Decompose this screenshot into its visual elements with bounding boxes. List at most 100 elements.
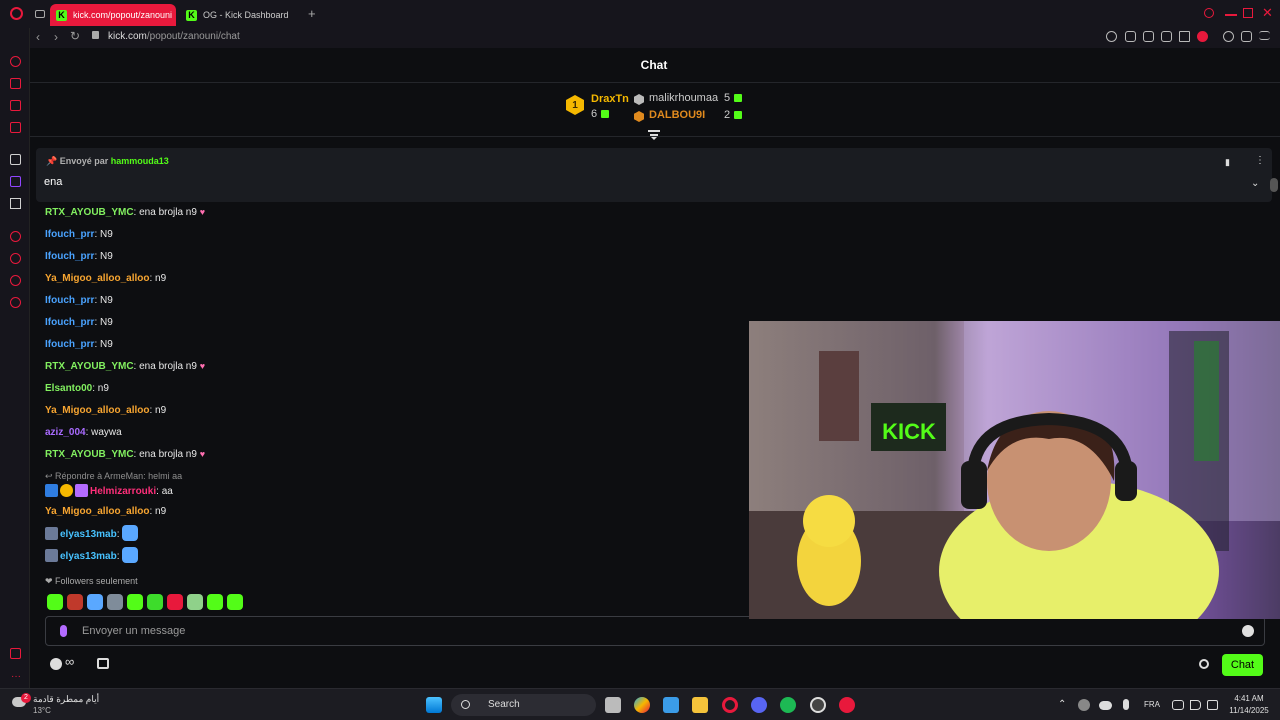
kick-sidebar-icon[interactable]	[10, 154, 21, 165]
username[interactable]: Ifouch_prr	[45, 339, 94, 350]
spotify-icon[interactable]	[780, 697, 796, 713]
heart-icon[interactable]	[1197, 31, 1208, 42]
leaderboard-name[interactable]: DraxTn	[591, 93, 629, 105]
windows-start-icon[interactable]	[426, 697, 442, 713]
emote-icon[interactable]	[107, 594, 123, 610]
store-icon[interactable]	[97, 658, 109, 669]
account-icon[interactable]	[1223, 31, 1234, 42]
gx-icon[interactable]	[10, 648, 21, 659]
tray-app-icon[interactable]	[1078, 699, 1090, 711]
task-view-icon[interactable]	[605, 697, 621, 713]
x-twitter-icon[interactable]	[10, 198, 21, 209]
emote-icon[interactable]	[167, 594, 183, 610]
username[interactable]: RTX_AYOUB_YMC	[45, 449, 134, 460]
zoom-icon[interactable]	[1106, 31, 1117, 42]
snapshot-icon[interactable]	[1143, 31, 1154, 42]
player-icon[interactable]	[10, 100, 21, 111]
close-window-icon[interactable]: ✕	[1262, 5, 1274, 20]
webcam-sign-text: KICK	[882, 419, 936, 444]
scrollbar-handle[interactable]	[1270, 178, 1278, 192]
emote-icon[interactable]	[147, 594, 163, 610]
emote-icon[interactable]	[187, 594, 203, 610]
aria-icon[interactable]	[10, 56, 21, 67]
username[interactable]: elyas13mab	[60, 529, 117, 540]
network-icon[interactable]	[1172, 700, 1184, 710]
streamlabs-icon[interactable]	[839, 697, 855, 713]
taskbar-search[interactable]: Search	[451, 694, 596, 716]
play-icon[interactable]	[1179, 31, 1190, 42]
url-field[interactable]: kick.com/popout/zanouni/chat	[108, 31, 240, 42]
emote-icon[interactable]	[127, 594, 143, 610]
collapse-leaderboard-icon[interactable]	[648, 130, 660, 140]
username[interactable]: Ya_Migoo_alloo_alloo	[45, 405, 149, 416]
emote-icon[interactable]	[207, 594, 223, 610]
username[interactable]: elyas13mab	[60, 551, 117, 562]
obs-icon[interactable]	[810, 697, 826, 713]
emote-icon[interactable]	[47, 594, 63, 610]
leaderboard-name[interactable]: DALBOU9I	[649, 109, 705, 121]
message-input[interactable]: Envoyer un message	[45, 616, 1265, 646]
download-icon[interactable]	[1241, 31, 1252, 42]
emote-icon[interactable]	[87, 594, 103, 610]
unpin-icon[interactable]: ▮	[1225, 157, 1230, 168]
language-indicator[interactable]: FRA	[1144, 700, 1160, 709]
microphone-icon[interactable]	[60, 625, 67, 637]
maximize-icon[interactable]	[1243, 8, 1253, 18]
store-app-icon[interactable]	[663, 697, 679, 713]
downloads-icon[interactable]	[10, 275, 21, 286]
chat-settings-icon[interactable]	[1199, 659, 1209, 669]
opera-logo-icon[interactable]	[10, 7, 23, 20]
back-icon[interactable]: ‹	[36, 30, 40, 44]
username[interactable]: Ya_Migoo_alloo_alloo	[45, 273, 149, 284]
username[interactable]: Ifouch_prr	[45, 317, 94, 328]
crypto-wallet-icon[interactable]	[10, 78, 21, 89]
minimize-icon[interactable]	[1225, 14, 1237, 16]
pinboard-icon[interactable]	[10, 231, 21, 242]
username[interactable]: Elsanto00	[45, 383, 92, 394]
history-icon[interactable]	[10, 253, 21, 264]
username[interactable]: Ya_Migoo_alloo_alloo	[45, 506, 149, 517]
copilot-icon[interactable]	[634, 697, 650, 713]
send-chat-button[interactable]: Chat	[1222, 654, 1263, 676]
expand-chevron-icon[interactable]: ⌄	[1251, 178, 1259, 189]
username[interactable]: RTX_AYOUB_YMC	[45, 361, 134, 372]
discord-icon[interactable]	[751, 697, 767, 713]
username[interactable]: RTX_AYOUB_YMC	[45, 207, 134, 218]
emoji-picker-icon[interactable]	[1242, 625, 1254, 637]
system-clock[interactable]: 4:41 AM 11/14/2025	[1222, 693, 1276, 717]
twitch-icon[interactable]	[10, 176, 21, 187]
username[interactable]: Ifouch_prr	[45, 229, 94, 240]
onedrive-icon[interactable]	[1099, 701, 1112, 710]
emote-icon[interactable]	[67, 594, 83, 610]
username[interactable]: aziz_004	[45, 427, 86, 438]
tray-chevron-icon[interactable]: ⌃	[1058, 699, 1066, 710]
tab-kick-popout[interactable]: K kick.com/popout/zanouni	[50, 4, 176, 26]
forward-icon[interactable]: ›	[54, 30, 58, 44]
infinity-icon[interactable]: ∞	[65, 654, 74, 669]
search-tabs-icon[interactable]	[1204, 8, 1214, 18]
menu-icon[interactable]	[1259, 31, 1270, 40]
leaderboard-name[interactable]: malikrhoumaa	[649, 92, 718, 104]
reload-icon[interactable]: ↻	[70, 29, 80, 43]
username[interactable]: Helmizarrouki	[90, 486, 156, 497]
username[interactable]: Ifouch_prr	[45, 295, 94, 306]
battery-icon[interactable]	[1207, 700, 1218, 710]
username[interactable]: Ifouch_prr	[45, 251, 94, 262]
settings-icon[interactable]	[10, 297, 21, 308]
pin-icon[interactable]	[1125, 31, 1136, 42]
more-options-icon[interactable]: ⋮	[1255, 155, 1265, 166]
news-icon[interactable]	[10, 122, 21, 133]
microphone-tray-icon[interactable]	[1123, 699, 1129, 710]
tab-kick-dashboard[interactable]: K OG - Kick Dashboard	[180, 4, 305, 26]
more-icon[interactable]: ···	[11, 671, 21, 682]
tab-overview-icon[interactable]	[35, 10, 45, 18]
file-explorer-icon[interactable]	[692, 697, 708, 713]
emote-icon[interactable]	[227, 594, 243, 610]
new-tab-button[interactable]: +	[308, 6, 316, 21]
volume-icon[interactable]	[1190, 700, 1201, 710]
opera-gx-icon[interactable]	[722, 697, 738, 713]
reply-context[interactable]: ↩ Répondre à ArmeMan: helmi aa	[45, 471, 182, 482]
kick-points-icon[interactable]	[50, 658, 62, 670]
shield-icon[interactable]	[1161, 31, 1172, 42]
pinned-by-user[interactable]: hammouda13	[111, 156, 169, 166]
